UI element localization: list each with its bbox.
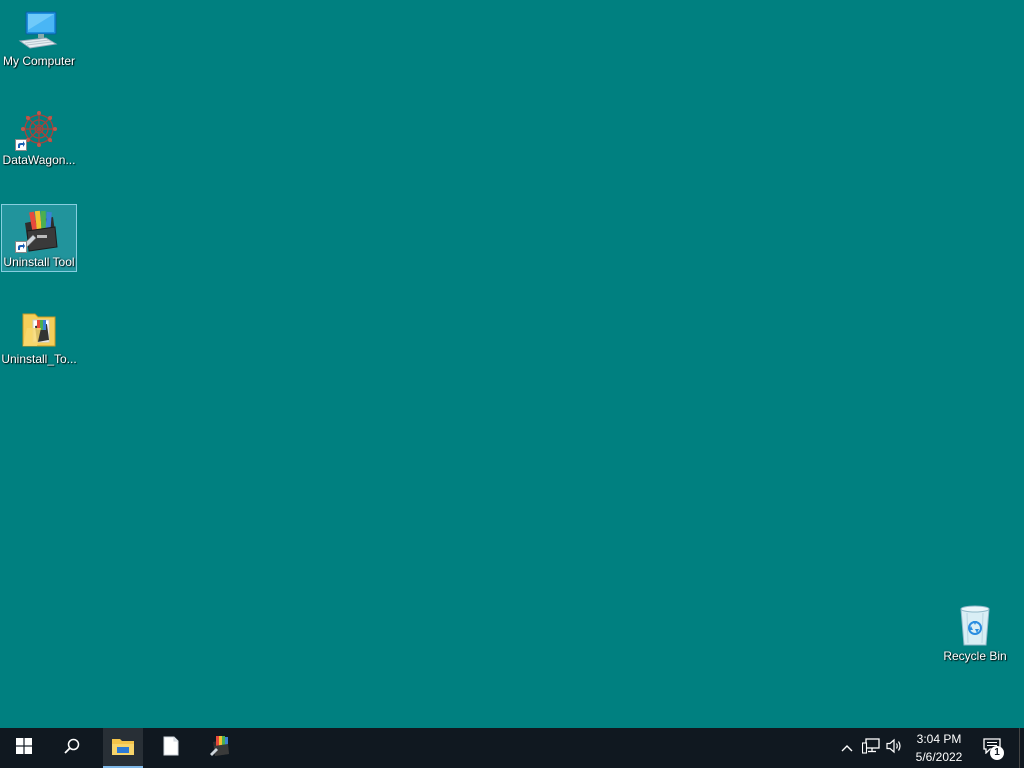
desktop-icon-label: DataWagon... <box>2 153 76 167</box>
show-desktop-button[interactable] <box>1019 728 1024 768</box>
clock-date: 5/6/2022 <box>915 750 963 764</box>
datawagon-icon <box>15 107 63 151</box>
desktop-icon-datawagon[interactable]: DataWagon... <box>1 103 77 171</box>
desktop-icon-label: Uninstall Tool <box>3 255 75 269</box>
desktop-icon-my-computer[interactable]: My Computer <box>1 4 77 72</box>
desktop-icon-label: Uninstall_To... <box>1 352 77 366</box>
desktop-icon-recycle-bin[interactable]: Recycle Bin <box>937 599 1013 667</box>
show-hidden-icons-button[interactable] <box>838 728 856 768</box>
taskbar-clock[interactable]: 3:04 PM 5/6/2022 <box>906 728 972 768</box>
computer-icon <box>15 8 63 52</box>
taskbar-file-explorer[interactable] <box>103 728 143 768</box>
volume-tray-button[interactable] <box>885 728 905 768</box>
shortcut-arrow-icon <box>15 139 27 151</box>
desktop-icon-label: Recycle Bin <box>943 649 1007 663</box>
windows-logo-icon <box>16 737 32 759</box>
taskbar-notepad[interactable] <box>151 728 191 768</box>
desktop[interactable]: My Computer DataWagon... Uninstall Tool … <box>0 0 1024 728</box>
desktop-icon-uninstall-tool[interactable]: Uninstall Tool <box>1 204 77 272</box>
search-icon <box>63 737 81 760</box>
taskbar: 3:04 PM 5/6/2022 <box>0 728 1024 768</box>
shortcut-arrow-icon <box>15 241 27 253</box>
volume-icon <box>886 738 904 759</box>
start-button[interactable] <box>4 728 44 768</box>
clock-time: 3:04 PM <box>916 732 962 746</box>
notification-count-badge: 1 <box>990 746 1004 760</box>
chevron-up-icon <box>841 739 853 757</box>
recycle-bin-icon <box>951 603 999 647</box>
folder-icon <box>15 306 63 350</box>
uninstall-tool-icon <box>15 209 63 253</box>
search-button[interactable] <box>52 728 92 768</box>
file-explorer-icon <box>111 736 135 761</box>
desktop-icon-label: My Computer <box>2 54 76 68</box>
taskbar-uninstall-tool[interactable] <box>200 728 240 768</box>
desktop-icon-uninstall-folder[interactable]: Uninstall_To... <box>1 302 77 370</box>
uninstall-tool-icon <box>208 735 232 762</box>
network-tray-button[interactable] <box>861 728 881 768</box>
network-icon <box>861 737 880 759</box>
document-icon <box>163 736 179 761</box>
